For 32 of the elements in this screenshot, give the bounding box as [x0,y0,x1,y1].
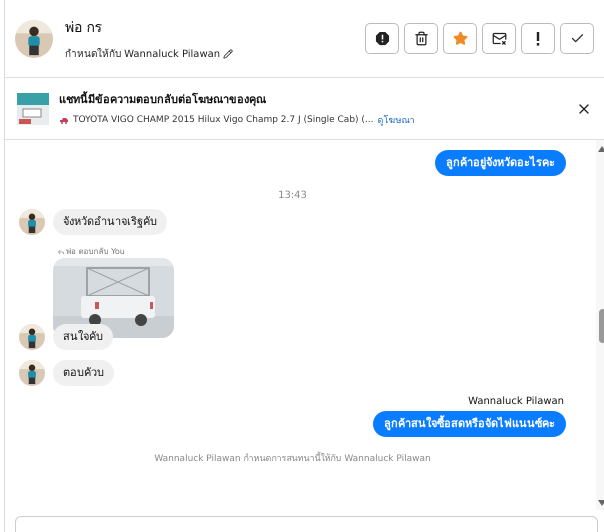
avatar [19,324,45,350]
exclamation-icon [536,32,540,46]
scroll-down-icon[interactable] [598,500,604,506]
ad-thumbnail [17,92,49,124]
edit-icon[interactable] [223,48,234,58]
scroll-up-icon[interactable] [598,146,604,152]
sender-name: Wannaluck Pilawan [468,396,564,407]
system-notice: Wannaluck Pilawan กำหนดการสนทนานี้ให้กับ Wannaluck Pilawan [19,451,566,465]
avatar [15,20,53,58]
timestamp: 13:43 [277,190,308,201]
ad-title: TOYOTA VIGO CHAMP 2015 Hilux Vigo Champ 2.7 J (Single Cab) (... [73,115,374,125]
alert-icon [374,31,390,46]
action-button[interactable] [482,23,516,54]
reply-icon [57,248,65,256]
view-ad-link[interactable]: ดูโฆษณา [378,113,415,127]
avatar [19,209,45,235]
incoming-message: ตอบคัวบ [53,360,114,386]
reply-label: พ่อ ตอบกลับ You [66,246,125,258]
contact-name: พ่อ กร [65,19,104,38]
incoming-message: จังหวัดอำนาจเริฐคับ [53,209,167,235]
action-button[interactable] [365,23,399,54]
avatar [19,360,45,386]
trash-icon [414,31,428,46]
assigned-label: กำหนดให้กับ Wannaluck Pilawan [65,47,220,61]
action-button[interactable] [404,23,438,54]
mail-icon [492,31,506,46]
outgoing-message: ลูกค้าอยู่จังหวัดอะไรคะ [435,150,566,176]
banner-title: แชทนี้มีข้อความตอบกลับต่อโฆษณาของคุณ [59,90,267,108]
car-icon [59,116,69,124]
action-button[interactable] [521,23,555,54]
incoming-message: สนใจคับ [53,324,113,350]
outgoing-message: ลูกค้าสนใจซื้อสดหรือจัดไฟแนนซ์คะ [373,411,566,437]
